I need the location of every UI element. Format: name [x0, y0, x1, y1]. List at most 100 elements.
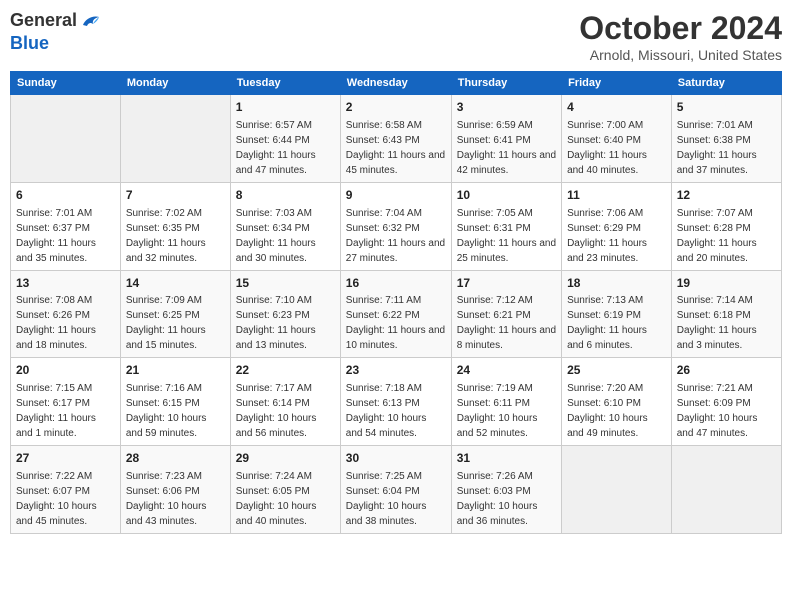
day-info: Sunrise: 7:19 AMSunset: 6:11 PMDaylight:… — [457, 383, 538, 439]
day-number: 27 — [16, 450, 115, 467]
day-info: Sunrise: 7:14 AMSunset: 6:18 PMDaylight:… — [677, 295, 757, 351]
days-header-row: SundayMondayTuesdayWednesdayThursdayFrid… — [11, 72, 782, 95]
day-info: Sunrise: 7:08 AMSunset: 6:26 PMDaylight:… — [16, 295, 96, 351]
day-number: 18 — [567, 275, 666, 292]
calendar-cell: 15 Sunrise: 7:10 AMSunset: 6:23 PMDayligh… — [230, 270, 340, 358]
day-number: 23 — [346, 362, 446, 379]
day-number: 14 — [126, 275, 225, 292]
day-info: Sunrise: 7:16 AMSunset: 6:15 PMDaylight:… — [126, 383, 207, 439]
calendar-cell: 20 Sunrise: 7:15 AMSunset: 6:17 PMDayligh… — [11, 358, 121, 446]
day-number: 2 — [346, 99, 446, 116]
day-number: 31 — [457, 450, 556, 467]
day-info: Sunrise: 7:03 AMSunset: 6:34 PMDaylight:… — [236, 208, 316, 264]
calendar-cell: 12 Sunrise: 7:07 AMSunset: 6:28 PMDayligh… — [671, 182, 781, 270]
day-info: Sunrise: 7:01 AMSunset: 6:37 PMDaylight:… — [16, 208, 96, 264]
day-number: 10 — [457, 187, 556, 204]
logo: General Blue — [10, 10, 103, 54]
day-info: Sunrise: 7:05 AMSunset: 6:31 PMDaylight:… — [457, 208, 556, 264]
day-number: 9 — [346, 187, 446, 204]
calendar-cell — [562, 446, 672, 534]
logo-bird-icon — [79, 11, 101, 33]
day-info: Sunrise: 7:21 AMSunset: 6:09 PMDaylight:… — [677, 383, 758, 439]
day-info: Sunrise: 7:24 AMSunset: 6:05 PMDaylight:… — [236, 471, 317, 527]
week-row-1: 1 Sunrise: 6:57 AMSunset: 6:44 PMDaylight… — [11, 95, 782, 183]
calendar-cell: 1 Sunrise: 6:57 AMSunset: 6:44 PMDaylight… — [230, 95, 340, 183]
calendar-cell: 30 Sunrise: 7:25 AMSunset: 6:04 PMDayligh… — [340, 446, 451, 534]
subtitle: Arnold, Missouri, United States — [579, 47, 782, 63]
calendar-cell: 6 Sunrise: 7:01 AMSunset: 6:37 PMDaylight… — [11, 182, 121, 270]
calendar-cell: 11 Sunrise: 7:06 AMSunset: 6:29 PMDayligh… — [562, 182, 672, 270]
day-number: 5 — [677, 99, 776, 116]
logo-text: General Blue — [10, 10, 103, 54]
week-row-4: 20 Sunrise: 7:15 AMSunset: 6:17 PMDayligh… — [11, 358, 782, 446]
day-number: 11 — [567, 187, 666, 204]
day-info: Sunrise: 7:17 AMSunset: 6:14 PMDaylight:… — [236, 383, 317, 439]
day-number: 17 — [457, 275, 556, 292]
day-number: 25 — [567, 362, 666, 379]
calendar-cell: 29 Sunrise: 7:24 AMSunset: 6:05 PMDayligh… — [230, 446, 340, 534]
calendar-cell: 7Sunrise: 7:02 AMSunset: 6:35 PMDaylight… — [120, 182, 230, 270]
calendar-cell: 10 Sunrise: 7:05 AMSunset: 6:31 PMDayligh… — [451, 182, 561, 270]
calendar-cell: 25Sunrise: 7:20 AMSunset: 6:10 PMDayligh… — [562, 358, 672, 446]
day-info: Sunrise: 7:23 AMSunset: 6:06 PMDaylight:… — [126, 471, 207, 527]
day-header-monday: Monday — [120, 72, 230, 95]
day-info: Sunrise: 7:13 AMSunset: 6:19 PMDaylight:… — [567, 295, 647, 351]
calendar-cell: 27Sunrise: 7:22 AMSunset: 6:07 PMDayligh… — [11, 446, 121, 534]
day-number: 4 — [567, 99, 666, 116]
calendar-cell: 3 Sunrise: 6:59 AMSunset: 6:41 PMDaylight… — [451, 95, 561, 183]
calendar-cell: 26Sunrise: 7:21 AMSunset: 6:09 PMDayligh… — [671, 358, 781, 446]
day-number: 13 — [16, 275, 115, 292]
calendar-cell: 18 Sunrise: 7:13 AMSunset: 6:19 PMDayligh… — [562, 270, 672, 358]
week-row-2: 6 Sunrise: 7:01 AMSunset: 6:37 PMDaylight… — [11, 182, 782, 270]
day-header-sunday: Sunday — [11, 72, 121, 95]
calendar-cell: 17Sunrise: 7:12 AMSunset: 6:21 PMDayligh… — [451, 270, 561, 358]
day-info: Sunrise: 7:10 AMSunset: 6:23 PMDaylight:… — [236, 295, 316, 351]
day-info: Sunrise: 7:01 AMSunset: 6:38 PMDaylight:… — [677, 120, 757, 176]
day-info: Sunrise: 6:59 AMSunset: 6:41 PMDaylight:… — [457, 120, 556, 176]
calendar-table: SundayMondayTuesdayWednesdayThursdayFrid… — [10, 71, 782, 534]
day-info: Sunrise: 7:09 AMSunset: 6:25 PMDaylight:… — [126, 295, 206, 351]
day-number: 19 — [677, 275, 776, 292]
calendar-cell — [11, 95, 121, 183]
day-number: 15 — [236, 275, 335, 292]
day-header-saturday: Saturday — [671, 72, 781, 95]
day-number: 16 — [346, 275, 446, 292]
day-number: 20 — [16, 362, 115, 379]
main-title: October 2024 — [579, 10, 782, 47]
day-info: Sunrise: 6:57 AMSunset: 6:44 PMDaylight:… — [236, 120, 316, 176]
calendar-cell: 19 Sunrise: 7:14 AMSunset: 6:18 PMDayligh… — [671, 270, 781, 358]
calendar-cell: 13 Sunrise: 7:08 AMSunset: 6:26 PMDayligh… — [11, 270, 121, 358]
day-header-wednesday: Wednesday — [340, 72, 451, 95]
calendar-cell: 4Sunrise: 7:00 AMSunset: 6:40 PMDaylight… — [562, 95, 672, 183]
calendar-cell: 28 Sunrise: 7:23 AMSunset: 6:06 PMDayligh… — [120, 446, 230, 534]
page-header: General Blue October 2024 Arnold, Missou… — [10, 10, 782, 63]
day-number: 12 — [677, 187, 776, 204]
day-number: 28 — [126, 450, 225, 467]
day-header-thursday: Thursday — [451, 72, 561, 95]
day-number: 7 — [126, 187, 225, 204]
calendar-cell: 16 Sunrise: 7:11 AMSunset: 6:22 PMDayligh… — [340, 270, 451, 358]
day-info: Sunrise: 7:06 AMSunset: 6:29 PMDaylight:… — [567, 208, 647, 264]
day-header-tuesday: Tuesday — [230, 72, 340, 95]
logo-general: General — [10, 10, 77, 30]
day-number: 21 — [126, 362, 225, 379]
day-number: 30 — [346, 450, 446, 467]
day-number: 1 — [236, 99, 335, 116]
logo-blue: Blue — [10, 33, 49, 53]
day-number: 6 — [16, 187, 115, 204]
day-number: 3 — [457, 99, 556, 116]
calendar-cell: 14 Sunrise: 7:09 AMSunset: 6:25 PMDayligh… — [120, 270, 230, 358]
day-info: Sunrise: 6:58 AMSunset: 6:43 PMDaylight:… — [346, 120, 445, 176]
day-header-friday: Friday — [562, 72, 672, 95]
calendar-cell: 8 Sunrise: 7:03 AMSunset: 6:34 PMDaylight… — [230, 182, 340, 270]
day-info: Sunrise: 7:07 AMSunset: 6:28 PMDaylight:… — [677, 208, 757, 264]
day-info: Sunrise: 7:15 AMSunset: 6:17 PMDaylight:… — [16, 383, 96, 439]
week-row-5: 27Sunrise: 7:22 AMSunset: 6:07 PMDayligh… — [11, 446, 782, 534]
day-info: Sunrise: 7:26 AMSunset: 6:03 PMDaylight:… — [457, 471, 538, 527]
day-info: Sunrise: 7:04 AMSunset: 6:32 PMDaylight:… — [346, 208, 445, 264]
day-info: Sunrise: 7:11 AMSunset: 6:22 PMDaylight:… — [346, 295, 445, 351]
calendar-cell: 21 Sunrise: 7:16 AMSunset: 6:15 PMDayligh… — [120, 358, 230, 446]
day-number: 29 — [236, 450, 335, 467]
day-info: Sunrise: 7:25 AMSunset: 6:04 PMDaylight:… — [346, 471, 427, 527]
day-number: 8 — [236, 187, 335, 204]
